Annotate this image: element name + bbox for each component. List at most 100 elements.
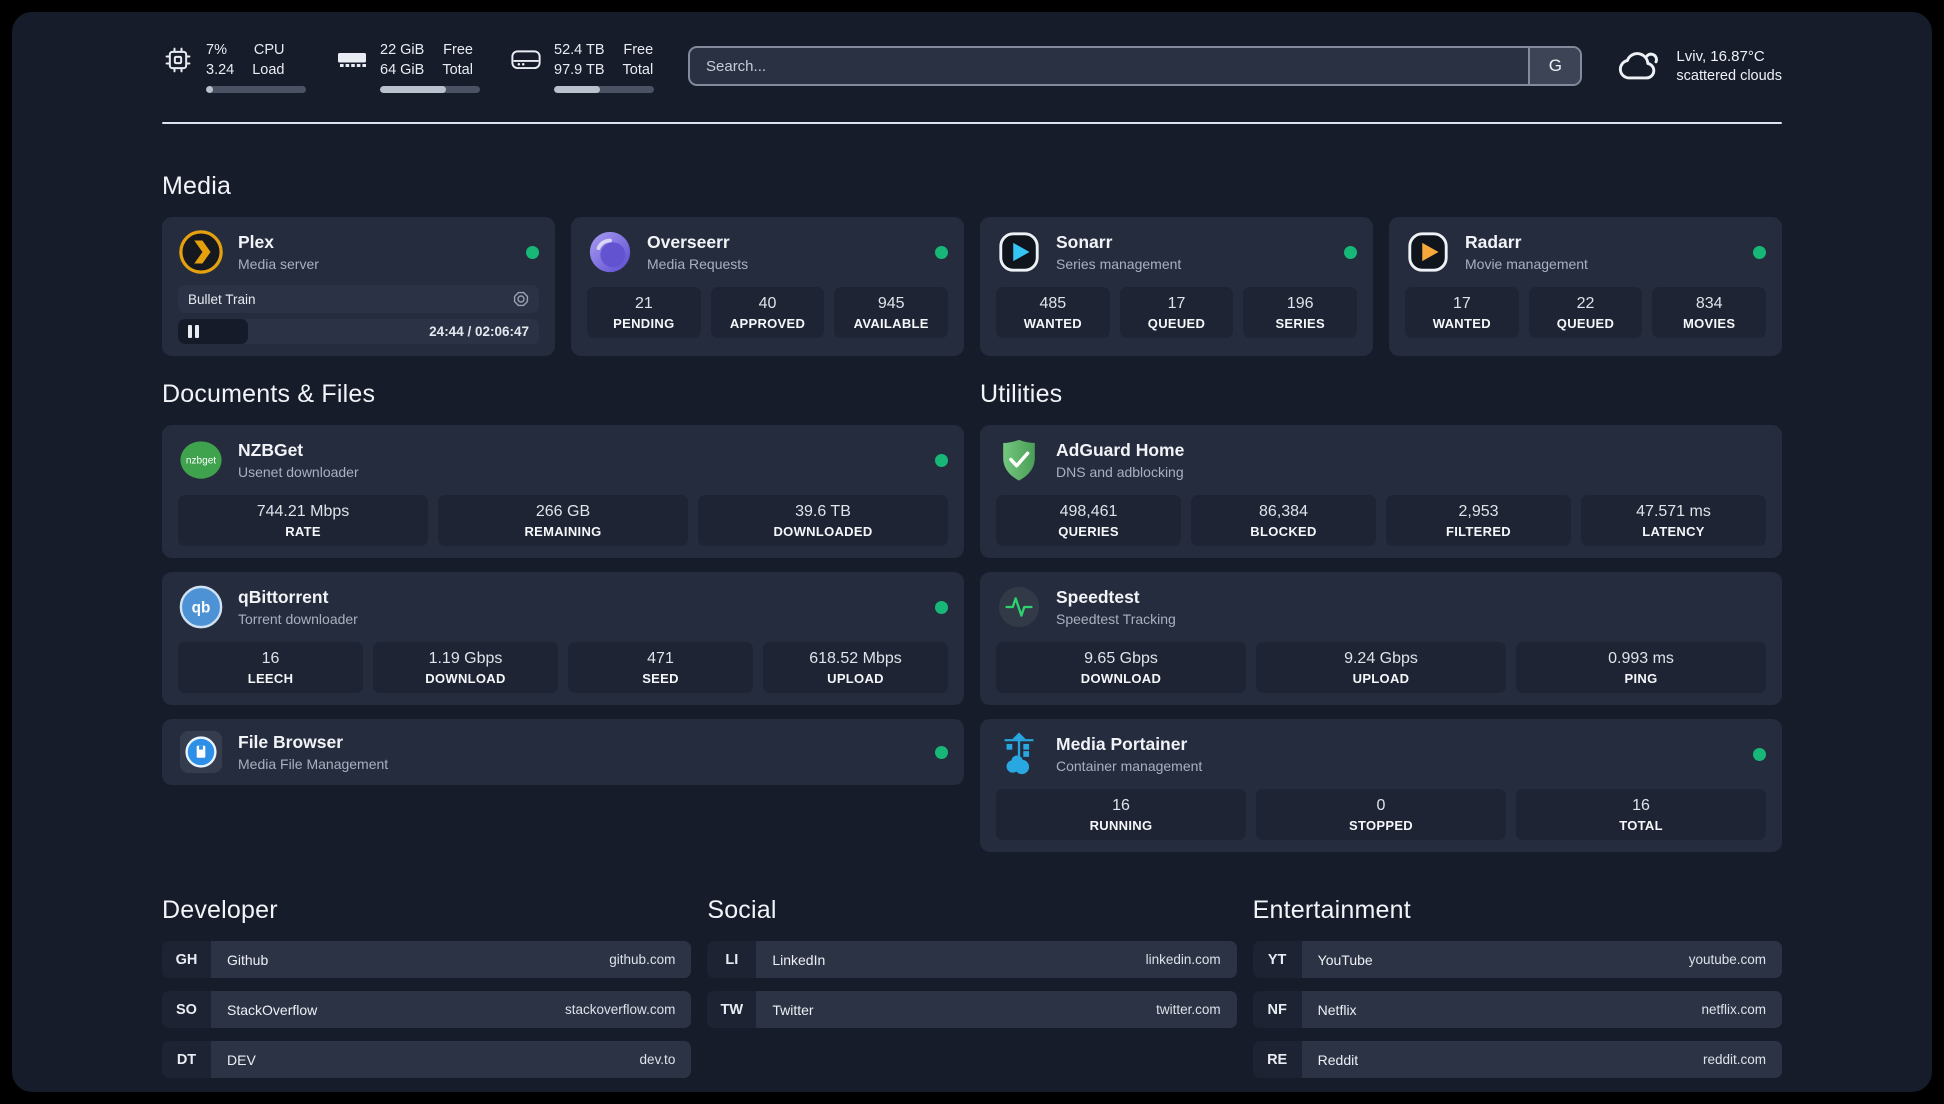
bookmark-stackoverflow[interactable]: SO StackOverflow stackoverflow.com xyxy=(162,991,692,1028)
status-dot-online xyxy=(1753,245,1766,259)
bookmark-name: StackOverflow xyxy=(227,1001,318,1018)
search-provider-button[interactable]: G xyxy=(1528,48,1581,84)
app-card-portainer[interactable]: Media Portainer Container management 16 … xyxy=(980,719,1782,852)
overseerr-icon xyxy=(587,229,633,275)
weather-location-temp: Lviv, 16.87°C xyxy=(1676,48,1765,66)
stat-label: LATENCY xyxy=(1642,524,1705,539)
stat-tile-upload: 618.52 Mbps UPLOAD xyxy=(763,642,948,693)
app-card-nzbget[interactable]: nzbget NZBGet Usenet downloader 744.21 M… xyxy=(162,425,964,558)
status-dot-online xyxy=(935,245,948,259)
stat-value: 86,384 xyxy=(1259,503,1308,520)
bookmark-netflix[interactable]: NF Netflix netflix.com xyxy=(1252,991,1782,1028)
stat-value: 22 xyxy=(1576,295,1595,312)
stat-value: 17 xyxy=(1452,295,1471,312)
app-card-overseerr[interactable]: Overseerr Media Requests 21 PENDING 40 A… xyxy=(571,217,964,356)
bookmark-abbr: TW xyxy=(707,991,757,1028)
stat-label: RATE xyxy=(285,524,321,539)
stat-label: DOWNLOAD xyxy=(1080,671,1162,686)
bookmark-name: LinkedIn xyxy=(772,951,826,968)
stat-tile-download: 9.65 Gbps DOWNLOAD xyxy=(996,642,1246,693)
app-card-sonarr[interactable]: Sonarr Series management 485 WANTED 17 Q… xyxy=(980,217,1373,356)
status-dot-online xyxy=(935,600,948,614)
stat-value: 0.993 ms xyxy=(1608,650,1674,667)
now-playing-track: Bullet Train xyxy=(188,291,256,307)
stat-tile-remaining: 266 GB REMAINING xyxy=(438,495,688,546)
stat-tile-running: 16 RUNNING xyxy=(996,789,1246,840)
bookmark-abbr: LI xyxy=(707,941,757,978)
cpu-stat: 7% 3.24 CPU Load xyxy=(162,40,306,93)
stat-label: PENDING xyxy=(613,316,675,331)
bookmark-youtube[interactable]: YT YouTube youtube.com xyxy=(1252,941,1782,978)
stat-label: SERIES xyxy=(1275,316,1325,331)
status-dot-online xyxy=(526,245,539,259)
stat-value: 1.19 Gbps xyxy=(428,650,503,667)
status-dot-online xyxy=(935,745,948,759)
app-title: qBittorrent xyxy=(238,587,329,607)
cpu-load-value: 3.24 xyxy=(206,61,235,78)
bookmark-reddit[interactable]: RE Reddit reddit.com xyxy=(1252,1041,1782,1078)
svg-text:qb: qb xyxy=(192,599,211,616)
stat-value: 0 xyxy=(1376,797,1386,814)
stat-value: 618.52 Mbps xyxy=(809,650,902,667)
ram-labels: Free Total xyxy=(442,40,473,80)
pause-icon xyxy=(188,325,199,338)
bookmark-abbr: YT xyxy=(1252,941,1302,978)
nzbget-icon: nzbget xyxy=(178,437,224,483)
app-card-filebrowser[interactable]: File Browser Media File Management xyxy=(162,719,964,785)
stat-tile-filtered: 2,953 FILTERED xyxy=(1386,495,1571,546)
disk-free-value: 52.4 TB xyxy=(554,41,605,58)
stat-tile-queued: 22 QUEUED xyxy=(1528,287,1643,338)
stat-label: UPLOAD xyxy=(1352,671,1410,686)
section-title-documents: Documents & Files xyxy=(162,380,376,408)
ram-label-1: Free xyxy=(443,41,473,58)
search-input[interactable] xyxy=(690,48,1529,84)
disk-labels: Free Total xyxy=(623,40,654,80)
stat-value: 945 xyxy=(877,295,905,312)
ram-stat: 22 GiB 64 GiB Free Total xyxy=(336,40,480,93)
stat-tile-leech: 16 LEECH xyxy=(178,642,363,693)
ram-total-value: 64 GiB xyxy=(380,61,425,78)
stat-tile-queued: 17 QUEUED xyxy=(1119,287,1234,338)
cloud-icon xyxy=(1616,49,1662,83)
radarr-icon xyxy=(1405,229,1451,275)
bookmark-dev[interactable]: DT DEV dev.to xyxy=(162,1041,692,1078)
stat-label: UPLOAD xyxy=(827,671,884,686)
app-card-adguard[interactable]: AdGuard Home DNS and adblocking 498,461 … xyxy=(980,425,1782,558)
stat-label: LEECH xyxy=(247,671,294,686)
stat-value: 196 xyxy=(1286,295,1314,312)
ram-values: 22 GiB 64 GiB xyxy=(380,40,424,80)
stat-tile-ping: 0.993 ms PING xyxy=(1516,642,1766,693)
cpu-percent: 7% xyxy=(206,41,227,58)
stat-label: PING xyxy=(1624,671,1658,686)
now-playing-title: Bullet Train xyxy=(178,285,539,313)
app-card-qbittorrent[interactable]: qb qBittorrent Torrent downloader 16 LEE… xyxy=(162,572,964,705)
filebrowser-icon xyxy=(178,729,224,775)
stat-tile-approved: 40 APPROVED xyxy=(710,287,825,338)
app-card-speedtest[interactable]: Speedtest Speedtest Tracking 9.65 Gbps D… xyxy=(980,572,1782,705)
app-card-radarr[interactable]: Radarr Movie management 17 WANTED 22 QUE… xyxy=(1389,217,1782,356)
stat-value: 40 xyxy=(758,295,777,312)
stat-tile-available: 945 AVAILABLE xyxy=(834,287,949,338)
bookmark-twitter[interactable]: TW Twitter twitter.com xyxy=(707,991,1237,1028)
stat-tile-movies: 834 MOVIES xyxy=(1652,287,1767,338)
app-card-plex[interactable]: Plex Media server Bullet Train 24:44 / 0… xyxy=(162,217,555,356)
cpu-icon xyxy=(162,44,194,76)
system-stats: 7% 3.24 CPU Load 22 GiB 64 GiB Free Tota… xyxy=(162,40,654,93)
app-subtitle: Movie management xyxy=(1465,256,1588,272)
section-entertainment: Entertainment YT YouTube youtube.com NF … xyxy=(1252,896,1782,1078)
app-title: Plex xyxy=(238,232,274,252)
bookmark-url: linkedin.com xyxy=(1145,952,1221,967)
disk-values: 52.4 TB 97.9 TB xyxy=(554,40,605,80)
stat-tile-download: 1.19 Gbps DOWNLOAD xyxy=(373,642,558,693)
app-title: File Browser xyxy=(238,732,344,752)
section-media: Media Plex Media server Bullet Train 24:… xyxy=(162,172,1782,356)
search-bar: G xyxy=(688,46,1583,86)
bookmark-github[interactable]: GH Github github.com xyxy=(162,941,692,978)
ram-progress-bar xyxy=(380,85,480,93)
bookmark-linkedin[interactable]: LI LinkedIn linkedin.com xyxy=(707,941,1237,978)
portainer-icon xyxy=(996,731,1042,777)
bookmark-url: github.com xyxy=(609,952,676,967)
stat-label: TOTAL xyxy=(1619,818,1663,833)
bookmark-name: Twitter xyxy=(772,1001,814,1018)
cpu-labels: CPU Load xyxy=(252,40,284,80)
